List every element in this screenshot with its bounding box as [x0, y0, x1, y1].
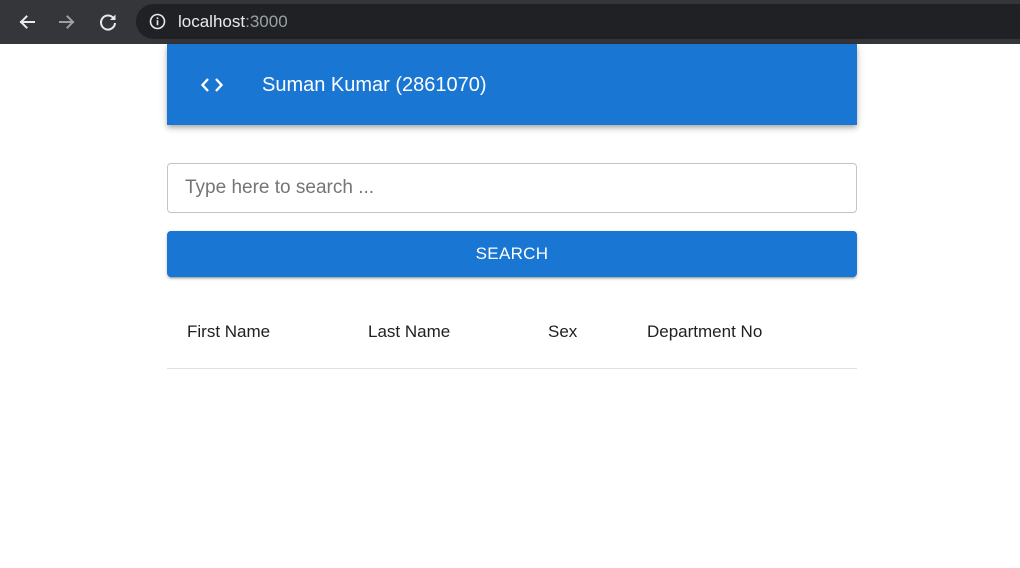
reload-button[interactable] — [94, 8, 122, 36]
forward-button[interactable] — [53, 8, 81, 36]
code-icon — [200, 78, 224, 92]
url-port: :3000 — [245, 12, 288, 31]
forward-arrow-icon — [59, 15, 75, 29]
search-input[interactable] — [167, 163, 857, 213]
address-bar[interactable]: localhost:3000 — [136, 4, 1020, 39]
back-button[interactable] — [13, 8, 41, 36]
url-text[interactable]: localhost:3000 — [178, 12, 288, 31]
page-title: Suman Kumar (2861070) — [262, 74, 487, 96]
url-host: localhost — [178, 12, 246, 31]
browser-toolbar: localhost:3000 — [0, 0, 1020, 44]
column-header-last-name: Last Name — [368, 322, 451, 341]
results-table: First Name Last Name Sex Department No — [167, 297, 857, 369]
column-header-sex: Sex — [548, 322, 578, 341]
column-header-department-no: Department No — [647, 322, 763, 341]
reload-icon — [100, 14, 116, 31]
search-button[interactable]: SEARCH — [167, 231, 857, 277]
column-header-first-name: First Name — [187, 322, 271, 341]
info-icon[interactable] — [149, 13, 166, 30]
app-header: Suman Kumar (2861070) — [167, 44, 857, 125]
back-arrow-icon — [19, 15, 35, 29]
